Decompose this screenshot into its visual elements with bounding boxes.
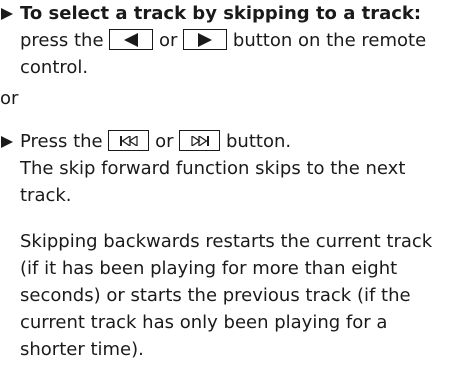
step-1-heading: To select a track by skipping to a track… — [20, 3, 422, 24]
step-2-press-text: Press the — [20, 131, 103, 152]
right-arrow-button-icon — [183, 29, 228, 50]
triangle-bullet-icon — [0, 0, 16, 27]
result-skip-forward: The skip forward function skips to the n… — [20, 158, 406, 206]
step-2-or-text: or — [155, 131, 174, 152]
triangle-bullet-icon — [0, 128, 16, 155]
instruction-step-1: To select a track by skipping to a track… — [0, 0, 456, 81]
step-1-press-text: press the — [20, 30, 104, 51]
or-separator: or — [0, 88, 19, 109]
skip-back-button-icon — [108, 130, 150, 151]
left-arrow-button-icon — [109, 29, 154, 50]
step-2-end-text: button. — [226, 131, 292, 152]
skip-forward-button-icon — [179, 130, 221, 151]
step-1-or-text: or — [159, 30, 178, 51]
instruction-step-2: Press the or button. — [0, 128, 456, 155]
result-skip-backward: Skipping backwards restarts the current … — [20, 231, 433, 360]
